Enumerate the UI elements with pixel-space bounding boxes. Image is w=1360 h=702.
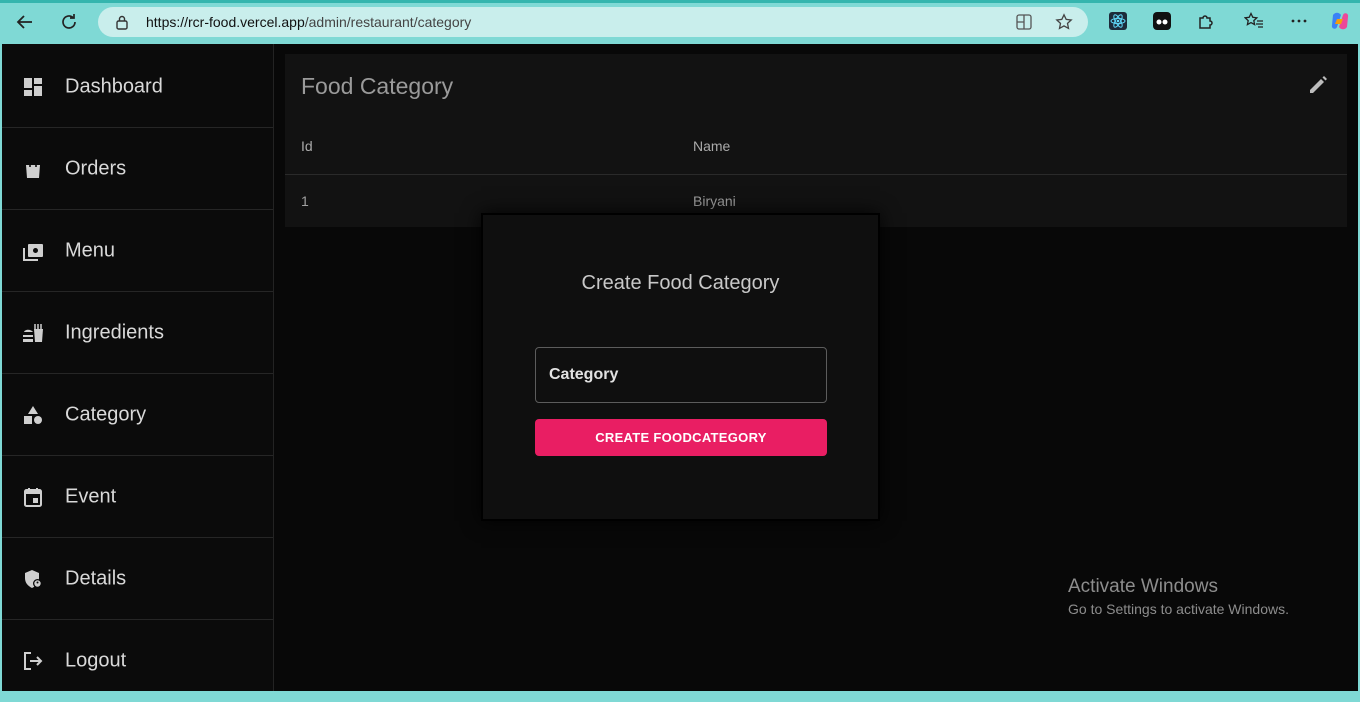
create-foodcategory-button[interactable]: CREATE FOODCATEGORY (535, 419, 827, 456)
table-cell-name: Biryani (693, 193, 736, 209)
activate-windows-title: Activate Windows (1068, 576, 1218, 597)
event-icon (22, 486, 44, 508)
sidebar-item-label: Details (65, 567, 127, 589)
refresh-button[interactable] (56, 9, 82, 35)
category-field[interactable] (535, 347, 827, 403)
favorites-button[interactable] (1243, 10, 1265, 32)
app-available-icon[interactable] (1015, 13, 1033, 31)
category-icon (22, 404, 44, 426)
sidebar-item-label: Event (65, 485, 117, 507)
back-arrow-icon (16, 15, 32, 29)
dashboard-icon (22, 76, 44, 98)
shopping-bag-icon (22, 158, 44, 180)
url-text: https://rcr-food.vercel.app/admin/restau… (146, 14, 471, 30)
sidebar-item-logout[interactable]: Logout (2, 620, 273, 702)
table-cell-id: 1 (301, 193, 309, 209)
page-title: Food Category (301, 73, 454, 99)
sidebar-item-category[interactable]: Category (2, 374, 273, 456)
edit-button[interactable] (1307, 74, 1331, 98)
lock-icon (116, 15, 128, 30)
favorites-list-icon (1244, 12, 1263, 28)
extension-button[interactable] (1151, 10, 1173, 32)
activate-windows-subtitle: Go to Settings to activate Windows. (1068, 601, 1289, 617)
sidebar-item-menu[interactable]: Menu (2, 210, 273, 292)
food-category-card: Food Category Id Name 1 Biryani (285, 54, 1347, 227)
url-path: /admin/restaurant/category (304, 14, 472, 30)
category-input[interactable] (536, 348, 826, 402)
pencil-icon (1310, 76, 1327, 93)
refresh-icon (62, 14, 76, 29)
fastfood-icon (22, 322, 44, 344)
sidebar-item-label: Dashboard (65, 75, 163, 97)
create-category-modal: Create Food Category CREATE FOODCATEGORY (481, 213, 880, 521)
sidebar-item-label: Orders (65, 157, 127, 179)
react-devtools-extension[interactable] (1107, 10, 1129, 32)
sidebar-item-orders[interactable]: Orders (2, 128, 273, 210)
logout-icon (22, 650, 44, 672)
extensions-button[interactable] (1195, 10, 1217, 32)
table-divider (285, 174, 1347, 175)
menu-book-icon (22, 240, 44, 262)
sidebar-item-label: Logout (65, 649, 127, 672)
favorite-star-icon[interactable] (1055, 13, 1073, 31)
column-header-id: Id (301, 138, 313, 154)
url-host: https://rcr-food.vercel.app (146, 14, 305, 30)
tab-strip-line (0, 0, 1360, 3)
sidebar-item-label: Category (65, 403, 147, 425)
sidebar-item-label: Menu (65, 239, 116, 261)
extension-app-icon (1153, 12, 1171, 30)
sidebar-item-label: Ingredients (65, 321, 164, 343)
sidebar-item-ingredients[interactable]: Ingredients (2, 292, 273, 374)
react-icon (1109, 12, 1127, 30)
puzzle-icon (1199, 15, 1213, 29)
modal-title: Create Food Category (581, 272, 780, 294)
sidebar-item-details[interactable]: Details (2, 538, 273, 620)
column-header-name: Name (693, 138, 731, 154)
copilot-icon (1331, 12, 1349, 30)
sidebar-item-event[interactable]: Event (2, 456, 273, 538)
sidebar-item-dashboard[interactable]: Dashboard (2, 46, 273, 128)
admin-panel-icon (22, 568, 44, 590)
back-button[interactable] (12, 9, 38, 35)
sidebar: Dashboard Orders Menu Ingredients Catego… (2, 44, 274, 691)
browser-toolbar: https://rcr-food.vercel.app/admin/restau… (0, 0, 1360, 44)
address-bar[interactable]: https://rcr-food.vercel.app/admin/restau… (98, 7, 1088, 37)
copilot-button[interactable] (1329, 10, 1351, 32)
more-menu-button[interactable] (1288, 10, 1310, 32)
more-dots-icon (1291, 19, 1307, 23)
